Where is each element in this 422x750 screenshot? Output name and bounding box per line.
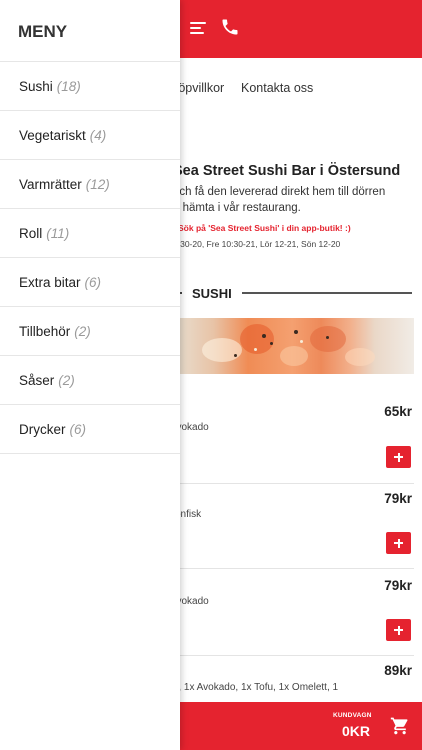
product-price: 79kr	[384, 578, 412, 593]
category-item-extra-bitar[interactable]: Extra bitar (6)	[0, 258, 180, 307]
add-to-cart-button[interactable]	[386, 532, 411, 554]
phone-icon[interactable]	[220, 17, 240, 37]
category-item-varmratter[interactable]: Varmrätter (12)	[0, 160, 180, 209]
cart-total: 0KR	[342, 723, 371, 739]
category-list: Sushi (18) Vegetariskt (4) Varmrätter (12) …	[0, 62, 180, 454]
item-divider	[170, 568, 414, 569]
item-divider	[170, 655, 414, 656]
promo-text: Sök på 'Sea Street Sushi' i din app-buti…	[178, 223, 351, 233]
hero-description: och få den levererad direkt hem till dör…	[173, 184, 385, 216]
category-name: Drycker	[19, 422, 66, 437]
cart-icon[interactable]	[390, 716, 410, 736]
category-item-sushi[interactable]: Sushi (18)	[0, 62, 180, 111]
category-count: (12)	[85, 177, 110, 192]
cart-label: KUNDVAGN	[333, 712, 372, 719]
category-item-tillbehor[interactable]: Tillbehör (2)	[0, 307, 180, 356]
item-divider	[170, 483, 414, 484]
section-divider	[242, 292, 412, 294]
category-item-saser[interactable]: Såser (2)	[0, 356, 180, 405]
menu-drawer: MENY Sushi (18) Vegetariskt (4) Varmrätter…	[0, 0, 180, 750]
category-count: (2)	[74, 324, 91, 339]
sushi-banner-image	[170, 318, 414, 374]
hamburger-icon[interactable]	[190, 20, 206, 36]
add-to-cart-button[interactable]	[386, 446, 411, 468]
product-price: 79kr	[384, 491, 412, 506]
category-item-vegetariskt[interactable]: Vegetariskt (4)	[0, 111, 180, 160]
drawer-title: MENY	[18, 22, 68, 41]
category-name: Extra bitar	[19, 275, 81, 290]
section-title: SUSHI	[192, 286, 232, 301]
product-price: 89kr	[384, 663, 412, 678]
product-price: 65kr	[384, 404, 412, 419]
category-item-roll[interactable]: Roll (11)	[0, 209, 180, 258]
hero-description-line: tt hämta i vår restaurang.	[173, 202, 301, 214]
category-count: (18)	[56, 79, 81, 94]
product-ingredients: or, 1x Avokado, 1x Tofu, 1x Omelett, 1	[170, 682, 339, 693]
nav-link-contact[interactable]: Kontakta oss	[241, 81, 313, 95]
category-name: Sushi	[19, 79, 53, 94]
category-name: Tillbehör	[19, 324, 71, 339]
category-name: Varmrätter	[19, 177, 82, 192]
category-name: Roll	[19, 226, 43, 241]
category-count: (6)	[84, 275, 102, 290]
category-count: (6)	[69, 422, 87, 437]
page-title: Sea Street Sushi Bar i Östersund	[173, 163, 401, 179]
category-count: (2)	[58, 373, 75, 388]
hero-description-line: och få den levererad direkt hem till dör…	[173, 186, 386, 198]
category-name: Såser	[19, 373, 55, 388]
drawer-header: MENY	[0, 0, 180, 62]
category-count: (4)	[89, 128, 107, 143]
category-name: Vegetariskt	[19, 128, 86, 143]
opening-hours: 0:30-20, Fre 10:30-21, Lör 12-21, Sön 12…	[173, 239, 341, 249]
category-item-drycker[interactable]: Drycker (6)	[0, 405, 180, 454]
add-to-cart-button[interactable]	[386, 619, 411, 641]
category-count: (11)	[46, 226, 70, 241]
